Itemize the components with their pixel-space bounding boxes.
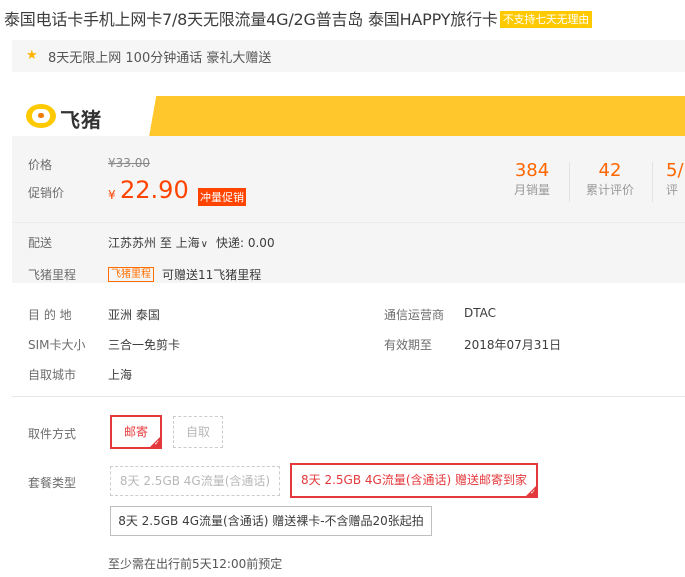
review-count[interactable]: 42 累计评价 <box>578 160 642 198</box>
chevron-down-icon: ∨ <box>200 239 208 250</box>
mileage-tag: 飞猪里程 <box>108 267 154 282</box>
promo-price-label: 促销价 <box>28 186 65 200</box>
pickup-option-self[interactable]: 自取 <box>173 416 223 448</box>
pickup-city-value: 上海 <box>108 368 133 382</box>
pickup-option-self-label: 自取 <box>185 425 210 439</box>
rating-label: 评 <box>666 183 679 197</box>
pickup-method-label: 取件方式 <box>28 427 77 441</box>
brand-banner: 飞猪 <box>12 96 685 136</box>
package-type-label: 套餐类型 <box>28 476 77 490</box>
product-title-text: 泰国电话卡手机上网卡7/8天无限流量4G/2G普吉岛 泰国HAPPY旅行卡 <box>4 10 498 29</box>
divider <box>12 222 685 223</box>
review-count-value: 42 <box>598 160 622 181</box>
monthly-sales: 384 月销量 <box>502 160 562 198</box>
booking-note: 至少需在出行前5天12:00前预定 <box>108 557 283 571</box>
mileage-label: 飞猪里程 <box>28 268 77 282</box>
banner-stripe <box>142 96 685 136</box>
rating-stat: 5/ 评 <box>666 160 685 198</box>
expiry-label: 有效期至 <box>384 338 433 352</box>
product-title: 泰国电话卡手机上网卡7/8天无限流量4G/2G普吉岛 泰国HAPPY旅行卡 不支持… <box>4 6 593 30</box>
package-option-bare-card-label: 8天 2.5GB 4G流量(含通话) 赠送裸卡-不含赠品20张起拍 <box>118 514 424 528</box>
carrier-label: 通信运营商 <box>384 308 445 322</box>
fliggy-logo-text: 飞猪 <box>60 108 102 132</box>
promo-price: 22.90 <box>120 176 189 204</box>
package-option-basic[interactable]: 8天 2.5GB 4G流量(含通话) <box>110 466 280 496</box>
price-label: 价格 <box>28 158 53 172</box>
package-option-basic-label: 8天 2.5GB 4G流量(含通话) <box>119 474 271 488</box>
review-count-label: 累计评价 <box>585 183 634 197</box>
destination-label: 目 的 地 <box>28 308 72 322</box>
sim-size-label: SIM卡大小 <box>28 338 86 352</box>
pickup-option-mail-label: 邮寄 <box>123 425 148 439</box>
star-icon: ★ <box>26 48 38 63</box>
package-option-home-delivery-label: 8天 2.5GB 4G流量(含通话) 赠送邮寄到家 <box>301 473 527 487</box>
divider <box>12 396 685 397</box>
highlight-text: 8天无限上网 100分钟通话 豪礼大赠送 <box>48 51 272 66</box>
stat-divider <box>569 162 570 202</box>
monthly-sales-label: 月销量 <box>513 183 550 197</box>
stat-divider <box>652 162 653 202</box>
rating-value: 5/ <box>666 160 684 181</box>
selected-check-icon: ✓ <box>150 437 160 447</box>
mileage-text: 可赠送11飞猪里程 <box>162 268 262 282</box>
carrier-value: DTAC <box>464 306 497 320</box>
original-price: ¥33.00 <box>108 156 150 170</box>
sim-size-value: 三合一免剪卡 <box>108 338 181 352</box>
fliggy-logo-icon <box>26 104 56 128</box>
no-return-badge: 不支持七天无理由 <box>499 11 593 28</box>
selected-check-icon: ✓ <box>526 486 536 496</box>
highlight-bar: ★ 8天无限上网 100分钟通话 豪礼大赠送 <box>12 40 685 72</box>
destination-value: 亚洲 泰国 <box>108 308 160 322</box>
delivery-label: 配送 <box>28 236 53 250</box>
price-panel: 飞猪 价格 ¥33.00 促销价 ¥ 22.90 冲量促销 384 月销量 42… <box>12 96 685 283</box>
currency-symbol: ¥ <box>108 188 116 202</box>
package-option-home-delivery[interactable]: 8天 2.5GB 4G流量(含通话) 赠送邮寄到家 ✓ <box>290 463 538 498</box>
pickup-city-label: 自取城市 <box>28 368 77 382</box>
package-option-bare-card[interactable]: 8天 2.5GB 4G流量(含通话) 赠送裸卡-不含赠品20张起拍 <box>110 506 432 536</box>
delivery-route[interactable]: 江苏苏州 至 上海∨ <box>108 234 208 251</box>
pickup-option-mail[interactable]: 邮寄 ✓ <box>110 415 162 449</box>
delivery-route-text: 江苏苏州 至 上海 <box>108 236 200 250</box>
expiry-value: 2018年07月31日 <box>464 338 562 352</box>
monthly-sales-value: 384 <box>514 160 550 181</box>
promo-tag: 冲量促销 <box>198 188 246 206</box>
delivery-fee: 快递: 0.00 <box>216 236 275 250</box>
